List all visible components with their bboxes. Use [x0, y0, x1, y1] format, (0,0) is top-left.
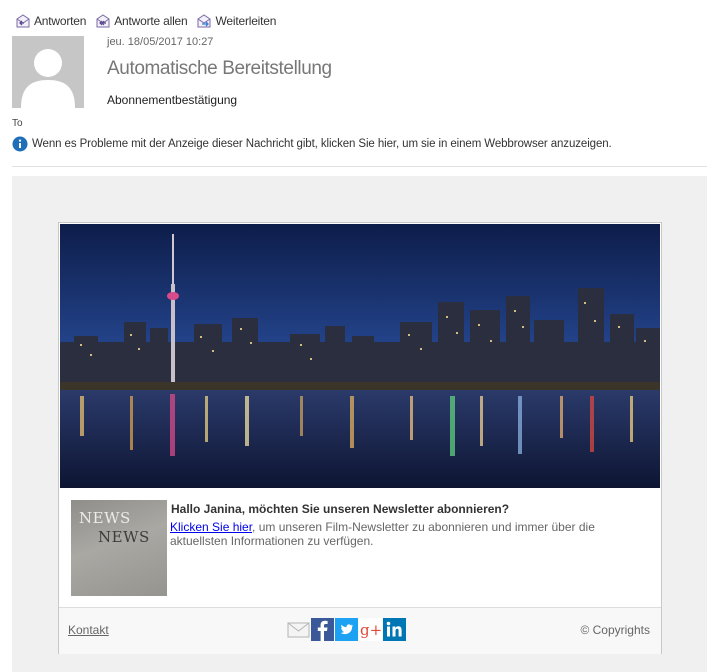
social-links: g+: [287, 618, 407, 641]
to-label: To: [12, 118, 23, 129]
facebook-icon[interactable]: [311, 618, 334, 641]
twitter-icon[interactable]: [335, 618, 358, 641]
thumb-text-1: NEWS: [79, 509, 131, 527]
forward-button[interactable]: Weiterleiten: [196, 14, 276, 28]
reply-label: Antworten: [34, 14, 87, 28]
reply-button[interactable]: Antworten: [15, 14, 86, 28]
linkedin-icon[interactable]: [383, 618, 406, 641]
city-skyline-image: [60, 224, 660, 488]
forward-icon: [197, 14, 211, 28]
newsletter-footer: Kontakt g+ © Copyrights: [59, 607, 661, 654]
info-icon: [12, 136, 28, 152]
message-date: jeu. 18/05/2017 10:27: [107, 36, 214, 48]
sender-avatar: [12, 36, 84, 108]
newsletter-title: Hallo Janina, möchten Sie unseren Newsle…: [171, 502, 510, 516]
copyright-text: © Copyrights: [580, 623, 650, 637]
subscribe-link[interactable]: Klicken Sie hier: [170, 520, 252, 534]
svg-text:g+: g+: [360, 621, 382, 639]
reply-all-label: Antworte allen: [114, 14, 188, 28]
contact-link[interactable]: Kontakt: [68, 623, 109, 637]
info-text: Wenn es Probleme mit der Anzeige dieser …: [32, 138, 612, 150]
newsletter-card: NEWS NEWS Hallo Janina, möchten Sie unse…: [58, 222, 662, 654]
google-plus-icon[interactable]: g+: [359, 618, 382, 641]
thumb-text-2: NEWS: [98, 528, 150, 546]
forward-label: Weiterleiten: [215, 14, 277, 28]
message-body: NEWS NEWS Hallo Janina, möchten Sie unse…: [12, 176, 707, 672]
newsletter-text: Klicken Sie hier, um unseren Film-Newsle…: [170, 520, 630, 548]
message-subject: Abonnementbestätigung: [107, 93, 238, 107]
reply-all-icon: [96, 14, 110, 28]
header-divider: [12, 166, 707, 167]
reply-all-button[interactable]: Antworte allen: [95, 14, 188, 28]
reply-icon: [16, 14, 30, 28]
sender-name: Automatische Bereitstellung: [107, 58, 332, 79]
person-icon: [21, 49, 75, 108]
news-thumbnail: NEWS NEWS: [71, 500, 167, 596]
message-toolbar: Antworten Antworte allen Weiterleiten: [15, 12, 285, 30]
mail-icon[interactable]: [287, 618, 310, 641]
info-bar[interactable]: Wenn es Probleme mit der Anzeige dieser …: [12, 136, 612, 152]
